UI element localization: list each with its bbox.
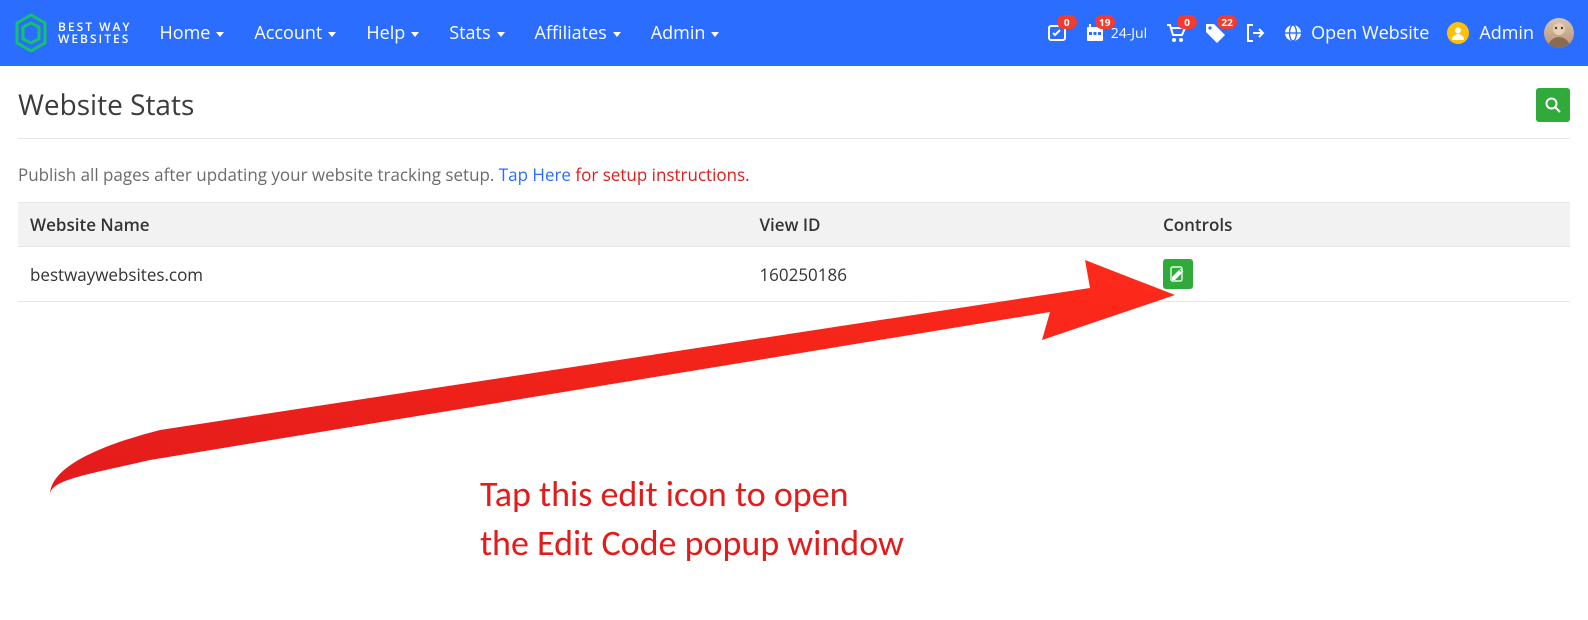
edit-icon xyxy=(1170,266,1186,282)
nav-affiliates[interactable]: Affiliates xyxy=(535,21,621,45)
cell-view-id: 160250186 xyxy=(747,247,1151,302)
caret-icon xyxy=(497,32,505,37)
caret-icon xyxy=(328,32,336,37)
caret-icon xyxy=(613,32,621,37)
calendar-badge: 19 xyxy=(1095,15,1115,29)
search-button[interactable] xyxy=(1536,88,1570,122)
col-controls: Controls xyxy=(1151,203,1570,247)
caret-icon xyxy=(216,32,224,37)
nav-admin[interactable]: Admin xyxy=(651,21,720,45)
nav-account[interactable]: Account xyxy=(254,21,336,45)
cart-badge: 0 xyxy=(1177,15,1197,29)
nav-right: 0 19 24-Jul 0 22 Open Website xyxy=(1047,18,1574,48)
setup-instructions-link[interactable]: Tap Here xyxy=(499,163,571,186)
col-view-id: View ID xyxy=(747,203,1151,247)
nav-home[interactable]: Home xyxy=(159,21,224,45)
calendar-icon: 19 xyxy=(1085,23,1105,43)
nav-stats[interactable]: Stats xyxy=(449,21,504,45)
brand-logo[interactable]: BEST WAY WEBSITES xyxy=(14,13,131,53)
signout-icon[interactable] xyxy=(1245,23,1265,43)
calendar-date: 24-Jul xyxy=(1111,24,1147,43)
search-icon xyxy=(1545,97,1561,113)
edit-button[interactable] xyxy=(1163,259,1193,289)
admin-user-menu[interactable]: Admin xyxy=(1447,18,1574,48)
calendar-item[interactable]: 19 24-Jul xyxy=(1085,23,1147,43)
nav-left: Home Account Help Stats Affiliates Admin xyxy=(159,21,719,45)
page-title: Website Stats xyxy=(18,86,194,124)
avatar-photo xyxy=(1544,18,1574,48)
page-content: Website Stats Publish all pages after up… xyxy=(0,66,1588,302)
nav-help[interactable]: Help xyxy=(366,21,419,45)
tasks-icon[interactable]: 0 xyxy=(1047,23,1067,43)
stats-table: Website Name View ID Controls bestwayweb… xyxy=(18,202,1570,302)
annotation-text: Tap this edit icon to open the Edit Code… xyxy=(480,470,904,567)
table-header-row: Website Name View ID Controls xyxy=(18,203,1570,247)
brand-text: BEST WAY WEBSITES xyxy=(58,21,131,45)
logo-icon xyxy=(14,13,48,53)
intro-text: Publish all pages after updating your we… xyxy=(18,163,1570,186)
caret-icon xyxy=(711,32,719,37)
globe-icon xyxy=(1283,23,1303,43)
cart-icon[interactable]: 0 xyxy=(1165,23,1187,43)
cell-controls xyxy=(1151,247,1570,302)
tasks-badge: 0 xyxy=(1057,15,1077,29)
page-header: Website Stats xyxy=(18,86,1570,139)
cell-website-name: bestwaywebsites.com xyxy=(18,247,747,302)
top-navbar: BEST WAY WEBSITES Home Account Help Stat… xyxy=(0,0,1588,66)
open-website-link[interactable]: Open Website xyxy=(1283,21,1429,45)
avatar-small-icon xyxy=(1447,22,1469,44)
caret-icon xyxy=(411,32,419,37)
col-website-name: Website Name xyxy=(18,203,747,247)
tags-badge: 22 xyxy=(1217,15,1237,29)
table-row: bestwaywebsites.com 160250186 xyxy=(18,247,1570,302)
tags-icon[interactable]: 22 xyxy=(1205,23,1227,43)
